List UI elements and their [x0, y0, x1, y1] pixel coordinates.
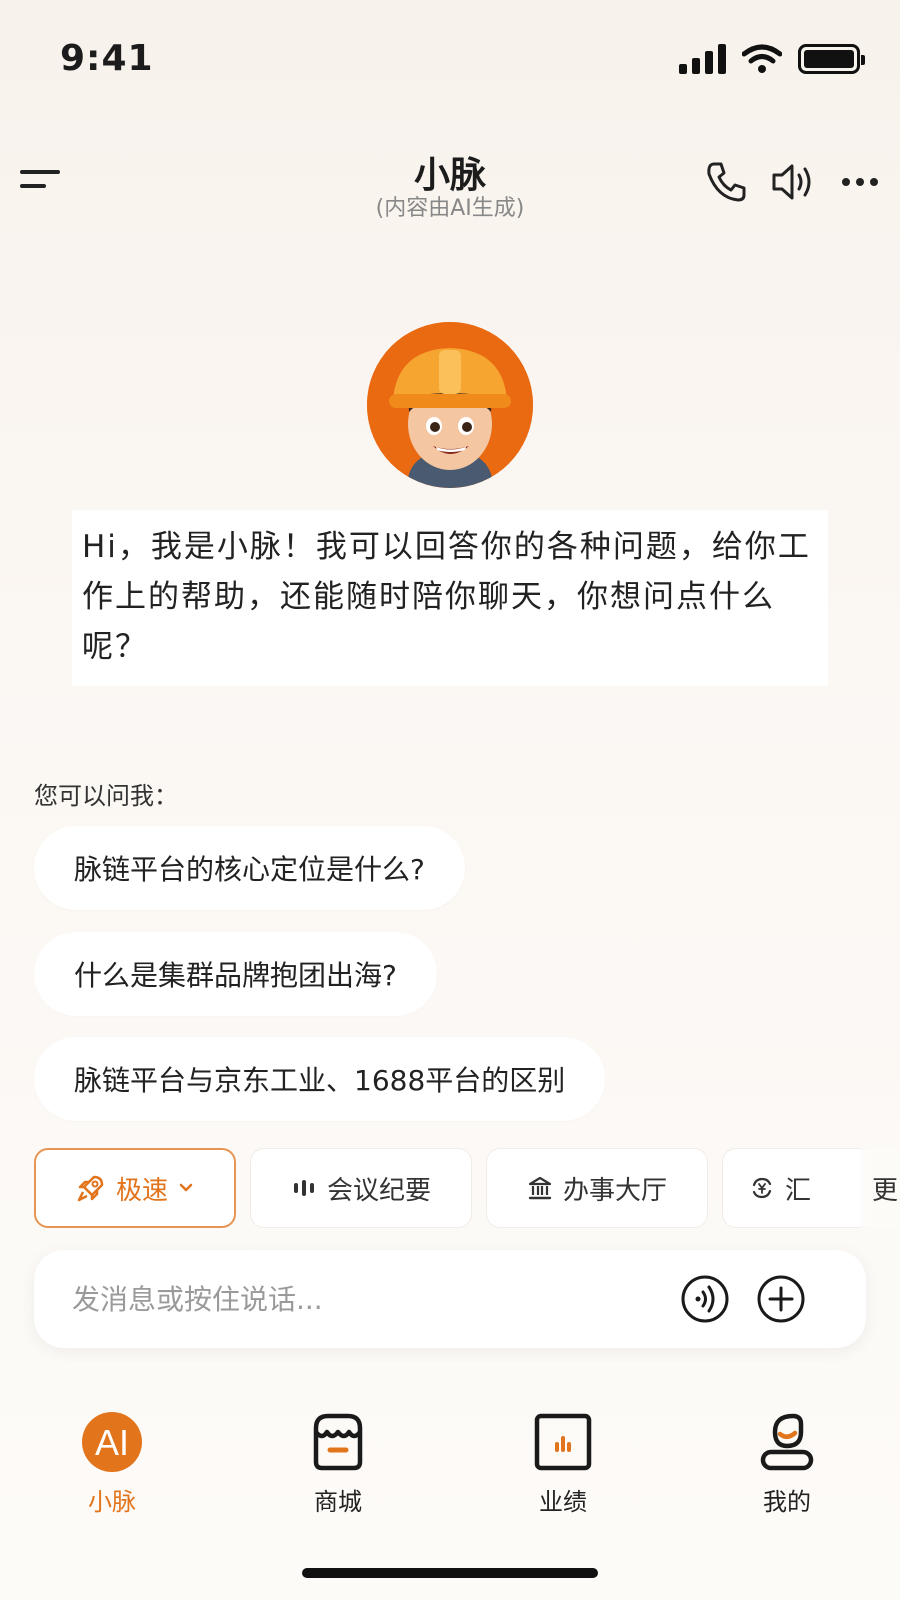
- wifi-icon: [742, 44, 782, 73]
- signal-icon: [679, 44, 726, 74]
- more-icon[interactable]: [838, 160, 882, 204]
- store-icon: [313, 1413, 363, 1471]
- function-chips: 极速 会议纪要 办事大厅 汇 更多: [34, 1148, 900, 1228]
- tab-label: 业绩: [539, 1488, 587, 1516]
- phone-icon[interactable]: [704, 160, 748, 204]
- rocket-icon: [77, 1175, 104, 1202]
- chevron-down-icon: [179, 1183, 193, 1192]
- assistant-greeting: Hi，我是小脉！我可以回答你的各种问题，给你工作上的帮助，还能随时陪你聊天，你想…: [72, 510, 828, 686]
- chip-label: 会议纪要: [326, 1175, 431, 1206]
- tab-performance[interactable]: 业绩: [503, 1410, 623, 1517]
- chip-service-hall[interactable]: 办事大厅: [486, 1148, 708, 1228]
- status-bar: 9:41: [0, 0, 900, 120]
- profile-icon: [760, 1413, 814, 1471]
- suggestion-item[interactable]: 脉链平台的核心定位是什么?: [34, 826, 465, 910]
- exchange-icon: [752, 1177, 772, 1199]
- battery-icon: [798, 44, 865, 74]
- chip-label: 汇: [785, 1175, 812, 1206]
- tab-mall[interactable]: 商城: [278, 1410, 398, 1517]
- message-input-bar: [34, 1250, 866, 1348]
- chip-speed[interactable]: 极速: [34, 1148, 236, 1228]
- tab-xiaomai[interactable]: AI 小脉: [52, 1410, 172, 1517]
- status-icons: [679, 44, 865, 74]
- page-subtitle: (内容由AI生成): [375, 196, 525, 221]
- svg-text:AI: AI: [95, 1422, 129, 1463]
- assistant-avatar: [367, 322, 533, 488]
- audio-wave-icon: [293, 1180, 314, 1196]
- suggestion-item[interactable]: 什么是集群品牌抱团出海?: [34, 932, 437, 1016]
- add-icon[interactable]: [756, 1274, 806, 1324]
- speaker-icon[interactable]: [770, 160, 816, 204]
- suggestions-label: 您可以问我：: [34, 782, 178, 810]
- ai-icon: AI: [82, 1412, 142, 1472]
- tab-label: 小脉: [88, 1488, 136, 1516]
- worker-avatar-icon: [367, 322, 533, 488]
- header: 小脉 (内容由AI生成): [0, 140, 900, 230]
- suggestion-item[interactable]: 脉链平台与京东工业、1688平台的区别: [34, 1037, 606, 1121]
- status-time: 9:41: [60, 38, 154, 79]
- chip-label: 极速: [115, 1175, 168, 1206]
- message-input[interactable]: [72, 1274, 652, 1324]
- chip-label: 办事大厅: [562, 1175, 667, 1206]
- bank-icon: [528, 1176, 552, 1200]
- tab-label: 商城: [314, 1488, 362, 1516]
- voice-input-icon[interactable]: [680, 1274, 730, 1324]
- tab-mine[interactable]: 我的: [727, 1410, 847, 1517]
- bar-chart-icon: [534, 1413, 592, 1471]
- chip-meeting-minutes[interactable]: 会议纪要: [250, 1148, 472, 1228]
- chip-more[interactable]: 更多: [860, 1148, 900, 1228]
- tab-bar: AI 小脉 商城 业绩 我的: [0, 1410, 900, 1530]
- tab-label: 我的: [763, 1488, 811, 1516]
- home-indicator: [302, 1568, 598, 1578]
